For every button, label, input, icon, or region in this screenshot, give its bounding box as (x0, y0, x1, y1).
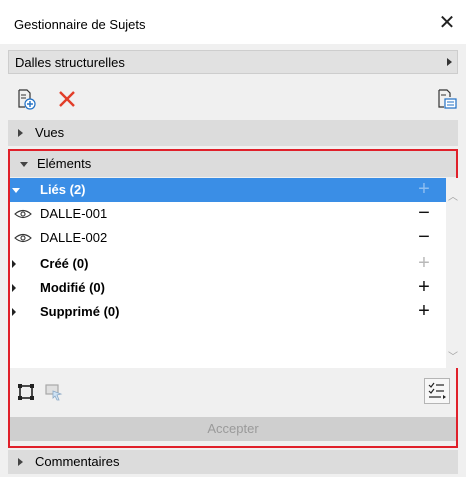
expand-arrow-icon[interactable] (12, 260, 16, 268)
section-elements[interactable]: Eléments (10, 151, 456, 177)
group-row-modified[interactable]: Modifié (0) + (10, 276, 446, 300)
close-icon[interactable]: ✕ (436, 12, 458, 34)
select-elements-icon[interactable] (16, 382, 36, 402)
section-views-label: Vues (35, 125, 65, 140)
new-topic-icon[interactable] (16, 88, 38, 110)
chevron-right-icon (447, 58, 452, 66)
expand-arrow-icon (18, 129, 23, 137)
item-label: DALLE-001 (40, 206, 108, 221)
section-elements-label: Eléments (37, 156, 92, 171)
remove-icon[interactable]: − (416, 226, 432, 250)
checklist-options-icon[interactable] (424, 378, 450, 404)
list-item[interactable]: DALLE-001 − (10, 202, 446, 226)
group-label: Supprimé (0) (40, 304, 120, 319)
add-icon[interactable]: + (416, 252, 432, 276)
group-label: Modifié (0) (40, 280, 105, 295)
list-item[interactable]: DALLE-002 − (10, 226, 446, 250)
title-bar: Gestionnaire de Sujets ✕ (0, 0, 466, 44)
item-label: DALLE-002 (40, 230, 108, 245)
accept-button[interactable]: Accepter (10, 417, 456, 441)
scroll-down-icon[interactable]: ﹀ (448, 353, 458, 363)
window-title: Gestionnaire de Sujets (14, 17, 146, 32)
section-comments-label: Commentaires (35, 454, 120, 469)
export-icon[interactable] (436, 88, 458, 110)
section-comments[interactable]: Commentaires (8, 450, 458, 474)
elements-list[interactable]: Liés (2) + DALLE-001 − DALLE-002 − Créé … (10, 178, 446, 368)
group-label: Liés (2) (40, 182, 86, 197)
group-row-linked[interactable]: Liés (2) + (10, 178, 446, 202)
group-row-created[interactable]: Créé (0) + (10, 252, 446, 276)
eye-icon[interactable] (14, 208, 32, 220)
highlight-elements-icon[interactable] (44, 382, 64, 402)
remove-icon[interactable]: − (416, 202, 432, 226)
eye-icon[interactable] (14, 232, 32, 244)
expand-arrow-icon[interactable] (12, 308, 16, 316)
delete-icon[interactable] (56, 88, 78, 110)
group-row-deleted[interactable]: Supprimé (0) + (10, 300, 446, 324)
add-icon[interactable]: + (416, 178, 432, 202)
add-icon[interactable]: + (416, 300, 432, 324)
vertical-scrollbar[interactable]: ︿ ﹀ (446, 178, 458, 368)
collapse-arrow-icon (20, 162, 28, 167)
section-views[interactable]: Vues (8, 120, 458, 146)
topic-selector[interactable]: Dalles structurelles (8, 50, 458, 74)
collapse-arrow-icon[interactable] (12, 188, 20, 193)
expand-arrow-icon[interactable] (12, 284, 16, 292)
add-icon[interactable]: + (416, 276, 432, 300)
group-label: Créé (0) (40, 256, 89, 271)
elements-toolbar (10, 372, 456, 412)
toolbar (0, 82, 466, 116)
expand-arrow-icon (18, 458, 23, 466)
topic-selector-value: Dalles structurelles (15, 55, 125, 70)
scroll-up-icon[interactable]: ︿ (448, 193, 458, 203)
